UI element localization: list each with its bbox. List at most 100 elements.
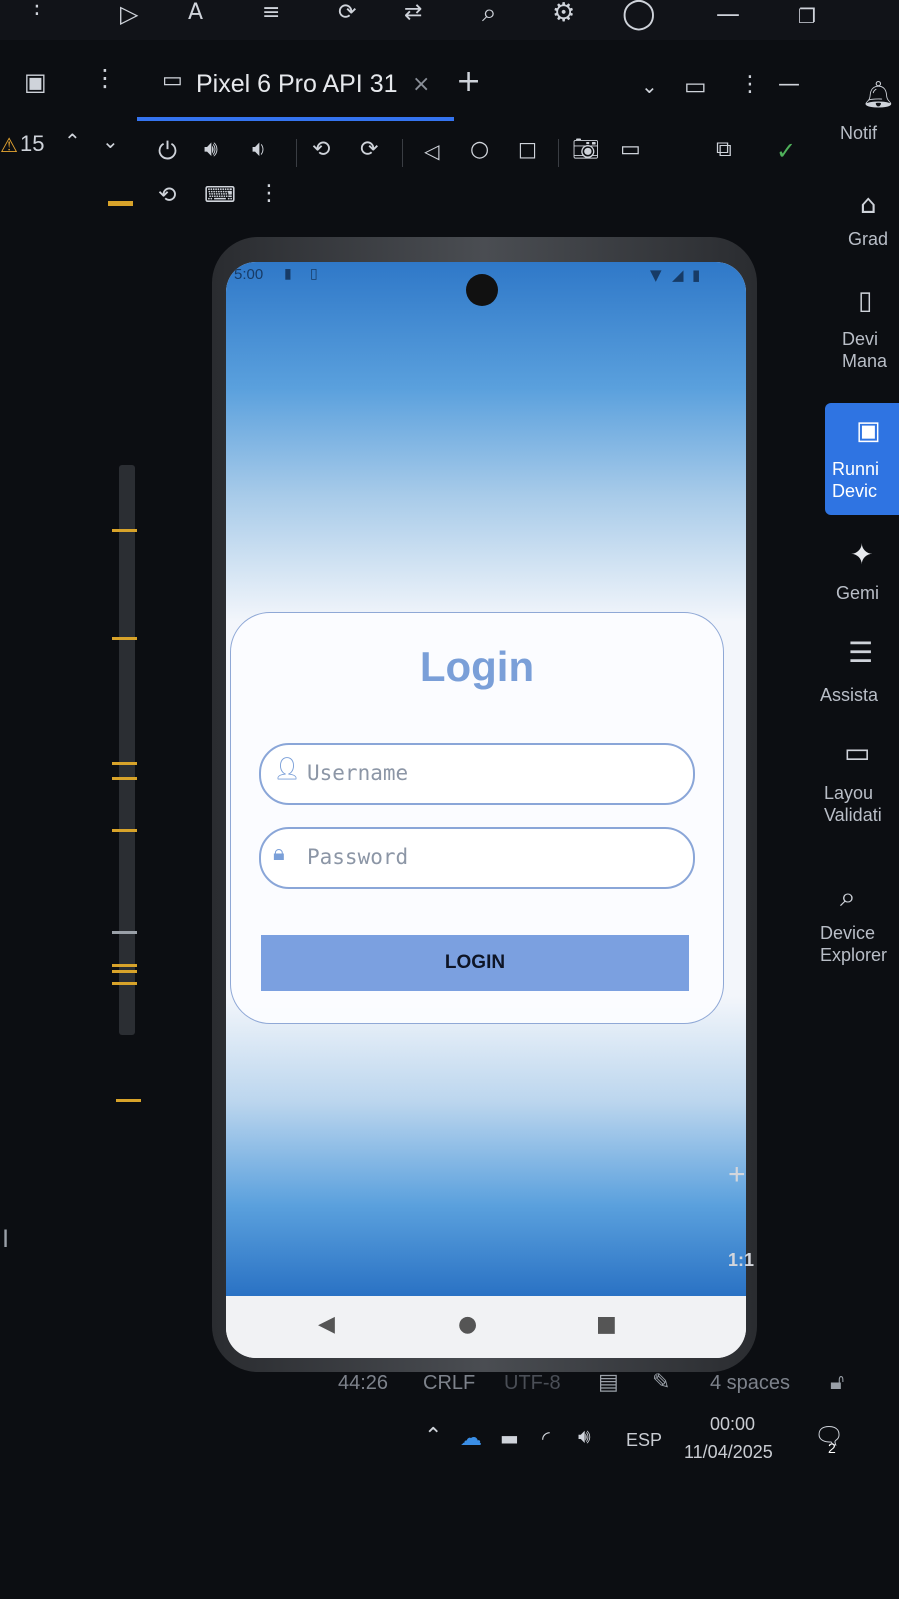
screenshot-camera-icon[interactable]: 📷︎ [572,137,600,162]
check-icon[interactable]: ✓ [776,137,796,165]
minimize-icon[interactable]: — [716,0,740,28]
volume-icon[interactable]: 🔊︎ [578,1424,591,1448]
more-vertical-icon[interactable]: ⋮ [93,64,117,92]
keyboard-icon[interactable]: ⌨ [204,183,236,208]
translate-icon[interactable]: A [188,0,203,25]
sidebar-item-notifications[interactable]: Notif [840,122,877,144]
sidebar-item-running-devices[interactable]: Runni Devic [832,458,879,502]
tab-device-title[interactable]: Pixel 6 Pro API 31 [196,70,398,99]
sidebar-item-assistant[interactable]: Assista [820,684,878,706]
more-vertical-icon[interactable]: ⋮ [739,72,761,97]
plugin-icon[interactable]: ✎ [652,1370,670,1395]
notification-icon: ▯ [310,266,318,282]
system-tray: ⌃ ☁ ▬ ◜ 🔊︎ ESP 00:00 11/04/2025 🗨︎ 2 [410,1410,899,1470]
chevron-down-icon[interactable]: ⌄ [641,74,658,98]
emulator-screen[interactable]: 5:00 ▮ ▯ ▼ ◢ ▮ Login 👤︎ Username 🔒︎ Pass… [226,262,746,1358]
device-explorer-icon[interactable]: ⌕ [840,880,856,914]
running-devices-icon[interactable]: ▣ [856,416,881,446]
login-button[interactable]: LOGIN [261,935,689,991]
profile-icon[interactable]: ⇄ [404,0,422,25]
device-mirror-icon[interactable]: ⧉ [716,137,732,162]
warning-marker[interactable] [112,762,137,765]
file-encoding[interactable]: UTF-8 [504,1372,561,1395]
back-icon[interactable]: ◁ [424,139,439,163]
settings-gear-icon[interactable]: ⚙ [552,0,575,28]
device-tab-icon: ▭ [162,68,183,93]
restore-window-icon[interactable]: ❐ [798,4,816,28]
keyboard-language[interactable]: ESP [626,1430,662,1451]
sparkle-icon[interactable]: ✦ [850,538,873,571]
zoom-in-button[interactable]: + [728,1158,746,1192]
rotate-right-icon[interactable]: ⟳ [360,137,378,162]
warning-marker[interactable] [112,964,137,967]
clock-time[interactable]: 00:00 [710,1414,755,1435]
wifi-icon[interactable]: ◜ [542,1426,550,1450]
power-icon[interactable]: ⏻ [158,137,177,165]
tab-close-icon[interactable]: × [412,72,430,97]
sync-icon[interactable]: ⟳ [338,0,356,25]
nav-recents-icon[interactable]: ■ [596,1312,617,1337]
caret-position[interactable]: 44:26 [338,1372,388,1395]
chevron-up-icon[interactable]: ⌃ [424,1424,442,1449]
warning-marker[interactable] [112,529,137,532]
layout-icon[interactable]: ▭ [844,736,870,769]
nav-home-icon[interactable]: ● [458,1312,477,1337]
more-vertical-icon[interactable]: ⋮ [26,0,48,19]
chevron-up-icon[interactable]: ⌃ [64,129,81,153]
lock-open-icon[interactable]: 🔓︎ [830,1370,844,1395]
sidebar-item-gradle[interactable]: Grad [848,228,888,250]
overview-icon[interactable]: □ [518,137,537,161]
volume-up-icon[interactable]: 🔊︎ [204,137,218,162]
sidebar-item-layout-validation[interactable]: Layou Validati [824,782,882,826]
readme-icon[interactable]: ▤ [598,1370,619,1395]
sidebar-item-device-explorer[interactable]: Device Explorer [820,922,887,966]
indent-setting[interactable]: 4 spaces [710,1372,790,1395]
window-layout-icon[interactable]: ▭ [684,72,707,100]
battery-icon: ▮ [692,266,701,284]
home-icon[interactable]: ○ [470,137,489,162]
list-icon[interactable]: ☰ [848,636,873,669]
warning-icon: ⚠ [0,133,18,157]
warning-count[interactable]: 15 [20,131,44,157]
screen-record-icon[interactable]: ▭ [620,137,641,162]
snapshot-restore-icon[interactable]: ⟲ [158,183,176,208]
password-field[interactable]: 🔒︎ Password [259,827,695,889]
warning-marker[interactable] [112,829,137,832]
apply-changes-icon[interactable]: ≡ [262,0,280,25]
run-icon[interactable]: ▷ [120,0,138,28]
chevron-down-icon[interactable]: ⌄ [102,129,119,153]
scrollbar-track[interactable] [119,465,135,1035]
preview-image-icon[interactable]: ▣ [24,68,47,96]
warning-marker[interactable] [108,201,133,204]
warning-marker[interactable] [116,1099,141,1102]
warning-marker[interactable] [112,637,137,640]
active-tab-indicator [137,117,454,121]
more-vertical-icon[interactable]: ⋮ [258,181,280,206]
warning-marker[interactable] [112,982,137,985]
text-cursor-icon: I [2,1225,10,1253]
sidebar-item-device-manager[interactable]: Devi Mana [842,328,887,372]
hide-panel-icon[interactable]: — [778,72,800,97]
battery-icon[interactable]: ▬ [500,1426,519,1450]
cloud-icon[interactable]: ☁ [460,1426,482,1451]
warning-marker[interactable] [112,777,137,780]
zoom-actual-size-button[interactable]: 1:1 [728,1250,754,1271]
warning-marker[interactable] [112,970,137,973]
account-icon[interactable]: ◯ [622,0,656,31]
sidebar-item-gemini[interactable]: Gemi [836,582,879,604]
search-icon[interactable]: ⌕ [482,0,497,29]
rotate-left-icon[interactable]: ⟲ [312,137,330,162]
info-marker[interactable] [112,931,137,934]
clock-date[interactable]: 11/04/2025 [684,1442,773,1463]
nav-back-icon[interactable]: ◀ [318,1312,335,1337]
ide-status-bar: 44:26 CRLF UTF-8 ▤ ✎ 4 spaces 🔓︎ [330,1370,899,1400]
status-time: 5:00 [234,266,264,283]
device-manager-icon[interactable]: ▯ [858,286,872,316]
line-separator[interactable]: CRLF [423,1372,475,1395]
username-field[interactable]: 👤︎ Username [259,743,695,805]
bell-icon[interactable]: 🔔︎ [862,80,895,110]
elephant-icon[interactable]: ⌂ [860,190,877,220]
add-tab-icon[interactable]: + [456,64,481,99]
front-camera [466,274,498,306]
volume-down-icon[interactable]: 🔉︎ [252,137,266,162]
